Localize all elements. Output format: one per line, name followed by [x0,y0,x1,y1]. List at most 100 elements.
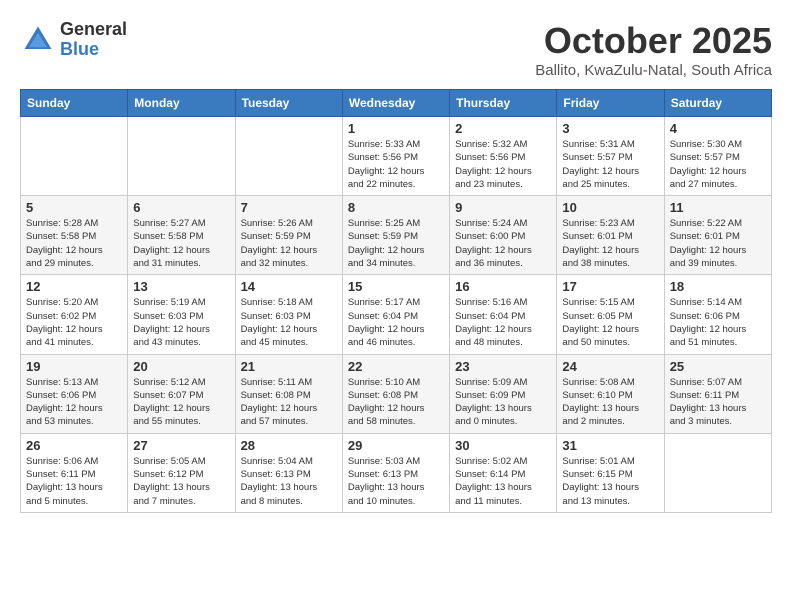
calendar-cell [235,117,342,196]
day-number: 7 [241,200,337,215]
day-number: 24 [562,359,658,374]
day-number: 20 [133,359,229,374]
calendar-cell [664,433,771,512]
calendar-cell: 21 Sunrise: 5:11 AM Sunset: 6:08 PM Dayli… [235,354,342,433]
day-number: 8 [348,200,444,215]
calendar-cell [128,117,235,196]
calendar-cell [21,117,128,196]
weekday-header-wednesday: Wednesday [342,90,449,117]
day-number: 1 [348,121,444,136]
day-info: Sunrise: 5:19 AM Sunset: 6:03 PM Dayligh… [133,296,229,349]
weekday-header-row: SundayMondayTuesdayWednesdayThursdayFrid… [21,90,772,117]
day-info: Sunrise: 5:28 AM Sunset: 5:58 PM Dayligh… [26,217,122,270]
day-info: Sunrise: 5:01 AM Sunset: 6:15 PM Dayligh… [562,455,658,508]
day-info: Sunrise: 5:17 AM Sunset: 6:04 PM Dayligh… [348,296,444,349]
day-info: Sunrise: 5:26 AM Sunset: 5:59 PM Dayligh… [241,217,337,270]
day-number: 17 [562,279,658,294]
calendar-cell: 29Sunrise: 5:03 AM Sunset: 6:13 PM Dayli… [342,433,449,512]
day-info: Sunrise: 5:30 AM Sunset: 5:57 PM Dayligh… [670,138,766,191]
day-info: Sunrise: 5:32 AM Sunset: 5:56 PM Dayligh… [455,138,551,191]
location-title: Ballito, KwaZulu-Natal, South Africa [535,62,772,79]
calendar-cell: 17Sunrise: 5:15 AM Sunset: 6:05 PM Dayli… [557,275,664,354]
logo-blue-text: Blue [60,40,127,60]
day-number: 2 [455,121,551,136]
calendar-cell: 10Sunrise: 5:23 AM Sunset: 6:01 PM Dayli… [557,196,664,275]
day-number: 4 [670,121,766,136]
weekday-header-saturday: Saturday [664,90,771,117]
calendar-cell: 22Sunrise: 5:10 AM Sunset: 6:08 PM Dayli… [342,354,449,433]
day-number: 18 [670,279,766,294]
day-number: 11 [670,200,766,215]
calendar-cell: 6Sunrise: 5:27 AM Sunset: 5:58 PM Daylig… [128,196,235,275]
day-number: 5 [26,200,122,215]
day-number: 31 [562,438,658,453]
day-info: Sunrise: 5:07 AM Sunset: 6:11 PM Dayligh… [670,376,766,429]
day-info: Sunrise: 5:09 AM Sunset: 6:09 PM Dayligh… [455,376,551,429]
calendar-week-3: 12 Sunrise: 5:20 AM Sunset: 6:02 PM Dayli… [21,275,772,354]
calendar-cell: 20 Sunrise: 5:12 AM Sunset: 6:07 PM Dayli… [128,354,235,433]
day-number: 23 [455,359,551,374]
day-number: 10 [562,200,658,215]
calendar-cell: 7 Sunrise: 5:26 AM Sunset: 5:59 PM Daylig… [235,196,342,275]
day-info: Sunrise: 5:13 AM Sunset: 6:06 PM Dayligh… [26,376,122,429]
day-info: Sunrise: 5:06 AM Sunset: 6:11 PM Dayligh… [26,455,122,508]
calendar-cell: 3 Sunrise: 5:31 AM Sunset: 5:57 PM Daylig… [557,117,664,196]
weekday-header-tuesday: Tuesday [235,90,342,117]
calendar-cell: 12 Sunrise: 5:20 AM Sunset: 6:02 PM Dayli… [21,275,128,354]
day-number: 22 [348,359,444,374]
title-block: October 2025 Ballito, KwaZulu-Natal, Sou… [535,20,772,79]
calendar-cell: 13Sunrise: 5:19 AM Sunset: 6:03 PM Dayli… [128,275,235,354]
day-info: Sunrise: 5:18 AM Sunset: 6:03 PM Dayligh… [241,296,337,349]
day-info: Sunrise: 5:31 AM Sunset: 5:57 PM Dayligh… [562,138,658,191]
day-info: Sunrise: 5:12 AM Sunset: 6:07 PM Dayligh… [133,376,229,429]
weekday-header-thursday: Thursday [450,90,557,117]
day-number: 12 [26,279,122,294]
calendar-cell: 24 Sunrise: 5:08 AM Sunset: 6:10 PM Dayli… [557,354,664,433]
day-info: Sunrise: 5:04 AM Sunset: 6:13 PM Dayligh… [241,455,337,508]
page-header: General Blue October 2025 Ballito, KwaZu… [20,20,772,79]
calendar-cell: 5 Sunrise: 5:28 AM Sunset: 5:58 PM Daylig… [21,196,128,275]
day-info: Sunrise: 5:24 AM Sunset: 6:00 PM Dayligh… [455,217,551,270]
day-number: 6 [133,200,229,215]
logo-icon [20,22,56,58]
logo: General Blue [20,20,127,60]
day-info: Sunrise: 5:08 AM Sunset: 6:10 PM Dayligh… [562,376,658,429]
calendar-cell: 23 Sunrise: 5:09 AM Sunset: 6:09 PM Dayli… [450,354,557,433]
day-number: 16 [455,279,551,294]
calendar-week-2: 5 Sunrise: 5:28 AM Sunset: 5:58 PM Daylig… [21,196,772,275]
calendar-cell: 4 Sunrise: 5:30 AM Sunset: 5:57 PM Daylig… [664,117,771,196]
logo-general-text: General [60,20,127,40]
day-number: 14 [241,279,337,294]
day-info: Sunrise: 5:11 AM Sunset: 6:08 PM Dayligh… [241,376,337,429]
day-number: 19 [26,359,122,374]
day-number: 28 [241,438,337,453]
weekday-header-friday: Friday [557,90,664,117]
day-number: 21 [241,359,337,374]
day-number: 27 [133,438,229,453]
day-info: Sunrise: 5:05 AM Sunset: 6:12 PM Dayligh… [133,455,229,508]
weekday-header-sunday: Sunday [21,90,128,117]
day-info: Sunrise: 5:16 AM Sunset: 6:04 PM Dayligh… [455,296,551,349]
calendar-week-1: 1 Sunrise: 5:33 AM Sunset: 5:56 PM Daylig… [21,117,772,196]
calendar-table: SundayMondayTuesdayWednesdayThursdayFrid… [20,89,772,513]
calendar-week-5: 26Sunrise: 5:06 AM Sunset: 6:11 PM Dayli… [21,433,772,512]
day-info: Sunrise: 5:03 AM Sunset: 6:13 PM Dayligh… [348,455,444,508]
day-info: Sunrise: 5:33 AM Sunset: 5:56 PM Dayligh… [348,138,444,191]
calendar-cell: 26Sunrise: 5:06 AM Sunset: 6:11 PM Dayli… [21,433,128,512]
month-title: October 2025 [535,20,772,62]
calendar-cell: 25Sunrise: 5:07 AM Sunset: 6:11 PM Dayli… [664,354,771,433]
calendar-cell: 14 Sunrise: 5:18 AM Sunset: 6:03 PM Dayli… [235,275,342,354]
day-number: 9 [455,200,551,215]
weekday-header-monday: Monday [128,90,235,117]
calendar-cell: 28 Sunrise: 5:04 AM Sunset: 6:13 PM Dayli… [235,433,342,512]
calendar-cell: 8Sunrise: 5:25 AM Sunset: 5:59 PM Daylig… [342,196,449,275]
day-info: Sunrise: 5:22 AM Sunset: 6:01 PM Dayligh… [670,217,766,270]
calendar-cell: 11 Sunrise: 5:22 AM Sunset: 6:01 PM Dayli… [664,196,771,275]
calendar-week-4: 19 Sunrise: 5:13 AM Sunset: 6:06 PM Dayli… [21,354,772,433]
calendar-cell: 30Sunrise: 5:02 AM Sunset: 6:14 PM Dayli… [450,433,557,512]
calendar-cell: 16 Sunrise: 5:16 AM Sunset: 6:04 PM Dayli… [450,275,557,354]
day-info: Sunrise: 5:20 AM Sunset: 6:02 PM Dayligh… [26,296,122,349]
day-number: 30 [455,438,551,453]
calendar-cell: 19 Sunrise: 5:13 AM Sunset: 6:06 PM Dayli… [21,354,128,433]
day-number: 3 [562,121,658,136]
